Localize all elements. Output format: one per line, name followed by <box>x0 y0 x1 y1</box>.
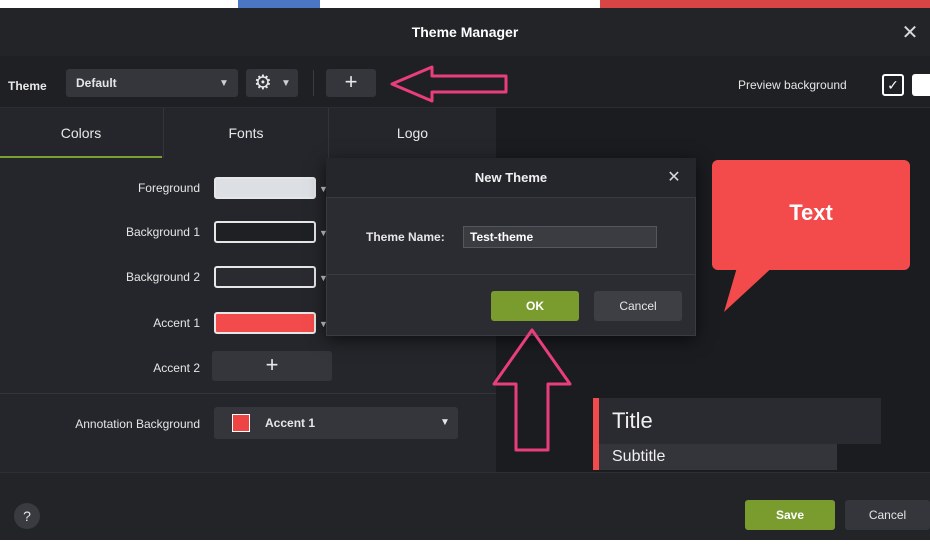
dialog-title: New Theme <box>474 170 548 185</box>
lower-third-subtitle: Subtitle <box>612 448 666 465</box>
annotation-arrow-left <box>390 65 508 103</box>
foreground-label: Foreground <box>137 181 200 195</box>
theme-name-input[interactable] <box>463 226 657 248</box>
gear-icon: ⚙ <box>254 72 272 94</box>
section-divider <box>0 393 496 394</box>
accent-2-label: Accent 2 <box>153 361 200 375</box>
annotation-background-dropdown[interactable] <box>214 407 458 439</box>
annotation-background-value: Accent 1 <box>265 416 316 430</box>
theme-dropdown-value: Default <box>76 76 117 90</box>
background-2-color-swatch[interactable] <box>214 266 316 288</box>
annotation-background-label: Annotation Background <box>75 417 200 431</box>
close-icon[interactable]: ✕ <box>896 20 924 48</box>
window-title: Theme Manager <box>411 24 519 40</box>
save-button[interactable]: Save <box>745 500 835 530</box>
add-accent-2-button[interactable]: + <box>212 351 332 381</box>
preview-background-color[interactable] <box>912 74 930 96</box>
chevron-down-icon: ▼ <box>281 78 291 89</box>
preview-background-checkbox[interactable]: ✓ <box>882 74 904 96</box>
toolbar-divider <box>313 70 314 96</box>
annotation-arrow-up <box>492 328 572 452</box>
cancel-button[interactable]: Cancel <box>845 500 930 530</box>
lower-third-title: Title <box>612 408 653 433</box>
foreground-color-swatch[interactable] <box>214 177 316 199</box>
background-1-color-swatch[interactable] <box>214 221 316 243</box>
callout-text: Text <box>789 200 833 225</box>
add-theme-button[interactable]: + <box>326 69 376 97</box>
chevron-down-icon: ▼ <box>440 417 450 428</box>
tab-colors[interactable]: Colors <box>0 108 162 158</box>
ok-button[interactable]: OK <box>491 291 579 321</box>
help-icon[interactable]: ? <box>14 503 40 529</box>
theme-label: Theme <box>8 79 47 93</box>
chevron-down-icon: ▼ <box>219 78 229 89</box>
tab-logo[interactable]: Logo <box>329 108 496 158</box>
theme-name-label: Theme Name: <box>366 230 445 244</box>
background-window-edge <box>600 0 930 8</box>
dialog-divider <box>326 274 696 275</box>
preview-background-label: Preview background <box>738 78 847 92</box>
annotation-background-color-chip <box>232 414 250 432</box>
dialog-cancel-button[interactable]: Cancel <box>594 291 682 321</box>
close-icon[interactable]: ✕ <box>664 168 684 188</box>
callout-tail <box>724 264 776 312</box>
background-1-label: Background 1 <box>125 225 200 239</box>
accent-1-label: Accent 1 <box>153 316 200 330</box>
background-window-edge <box>238 0 320 8</box>
tab-fonts[interactable]: Fonts <box>163 108 329 158</box>
lower-third-accent-bar <box>593 398 599 470</box>
accent-1-color-swatch[interactable] <box>214 312 316 334</box>
background-2-label: Background 2 <box>125 270 200 284</box>
